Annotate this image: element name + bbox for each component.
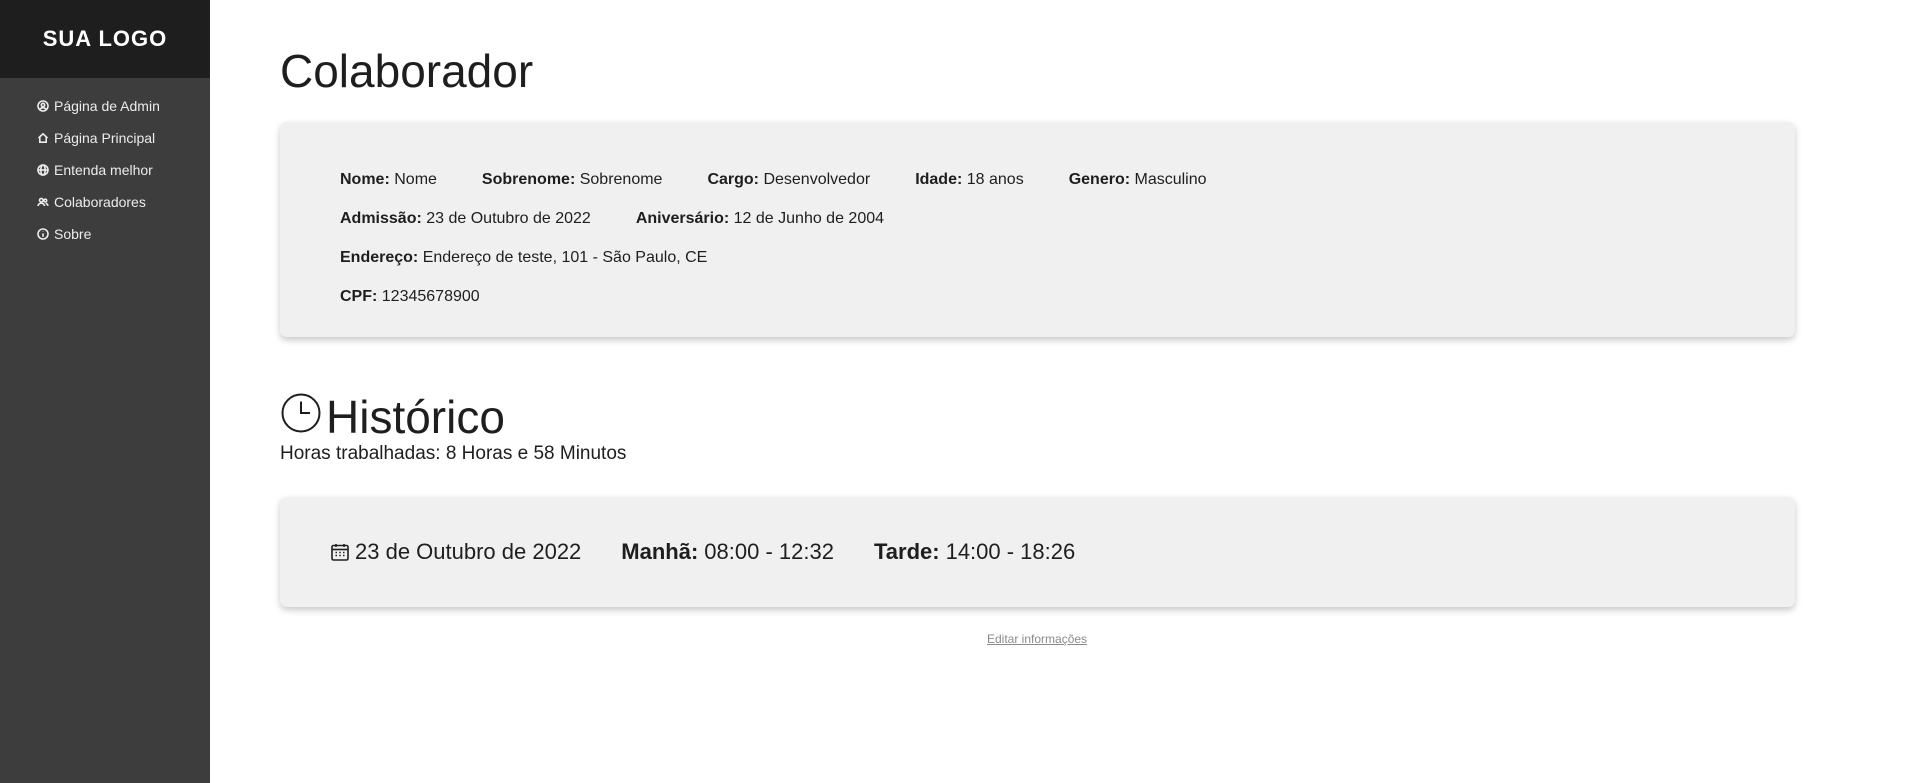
info-row: Admissão: 23 de Outubro de 2022 Aniversá… <box>340 199 1795 238</box>
info-cargo: Cargo: Desenvolvedor <box>707 170 871 188</box>
sidebar-item-label: Página de Admin <box>54 98 160 114</box>
info-row: Endereço: Endereço de teste, 101 - São P… <box>340 238 1795 277</box>
info-cpf: CPF: 12345678900 <box>340 287 480 305</box>
info-icon <box>37 228 49 240</box>
sidebar-item-label: Sobre <box>54 226 92 242</box>
page-title: Colaborador <box>280 45 534 97</box>
info-idade: Idade: 18 anos <box>915 170 1024 188</box>
clock-icon <box>280 392 322 434</box>
sidebar-item-label: Colaboradores <box>54 194 146 210</box>
logo-area: SUA LOGO <box>0 0 210 78</box>
logo[interactable]: SUA LOGO <box>43 26 168 52</box>
info-sobrenome: Sobrenome: Sobrenome <box>481 170 663 188</box>
history-date: 23 de Outubro de 2022 <box>330 539 581 565</box>
sidebar-item-admin[interactable]: Página de Admin <box>0 90 210 122</box>
info-admissao: Admissão: 23 de Outubro de 2022 <box>340 209 591 227</box>
info-row: CPF: 12345678900 <box>340 277 1795 316</box>
history-morning: Manhã: 08:00 - 12:32 <box>621 539 834 564</box>
edit-info-link[interactable]: Editar informações <box>987 632 1087 646</box>
history-title: Histórico <box>326 391 505 443</box>
sidebar-item-collaborators[interactable]: Colaboradores <box>0 186 210 218</box>
globe-icon <box>37 164 49 176</box>
history-entry-card: 23 de Outubro de 2022 Manhã: 08:00 - 12:3… <box>280 497 1795 607</box>
info-row: Nome: Nome Sobrenome: Sobrenome Cargo: D… <box>340 160 1795 199</box>
home-icon <box>37 132 49 144</box>
calendar-icon <box>330 542 350 562</box>
sidebar-item-label: Página Principal <box>54 130 156 146</box>
info-endereco: Endereço: Endereço de teste, 101 - São P… <box>340 248 708 266</box>
history-afternoon: Tarde: 14:00 - 18:26 <box>873 539 1076 564</box>
app-root: SUA LOGO Página de Admin Página Principa… <box>0 0 1920 783</box>
sidebar-item-about-more[interactable]: Entenda melhor <box>0 154 210 186</box>
collaborator-info-card: Nome: Nome Sobrenome: Sobrenome Cargo: D… <box>280 122 1795 337</box>
users-icon <box>37 196 49 208</box>
hours-worked: Horas trabalhadas: 8 Horas e 58 Minutos <box>280 443 627 464</box>
user-circle-icon <box>37 100 49 112</box>
sidebar-item-sobre[interactable]: Sobre <box>0 218 210 250</box>
main-content: Colaborador Nome: Nome Sobrenome: Sobren… <box>210 0 1920 783</box>
history-heading: Histórico <box>280 386 505 440</box>
info-genero: Genero: Masculino <box>1068 170 1207 188</box>
sidebar-item-label: Entenda melhor <box>54 162 153 178</box>
info-aniversario: Aniversário: 12 de Junho de 2004 <box>635 209 885 227</box>
info-nome: Nome: Nome <box>340 170 437 188</box>
sidebar-item-home[interactable]: Página Principal <box>0 122 210 154</box>
sidebar-nav: Página de Admin Página Principal Entenda… <box>0 78 210 250</box>
sidebar: SUA LOGO Página de Admin Página Principa… <box>0 0 210 783</box>
